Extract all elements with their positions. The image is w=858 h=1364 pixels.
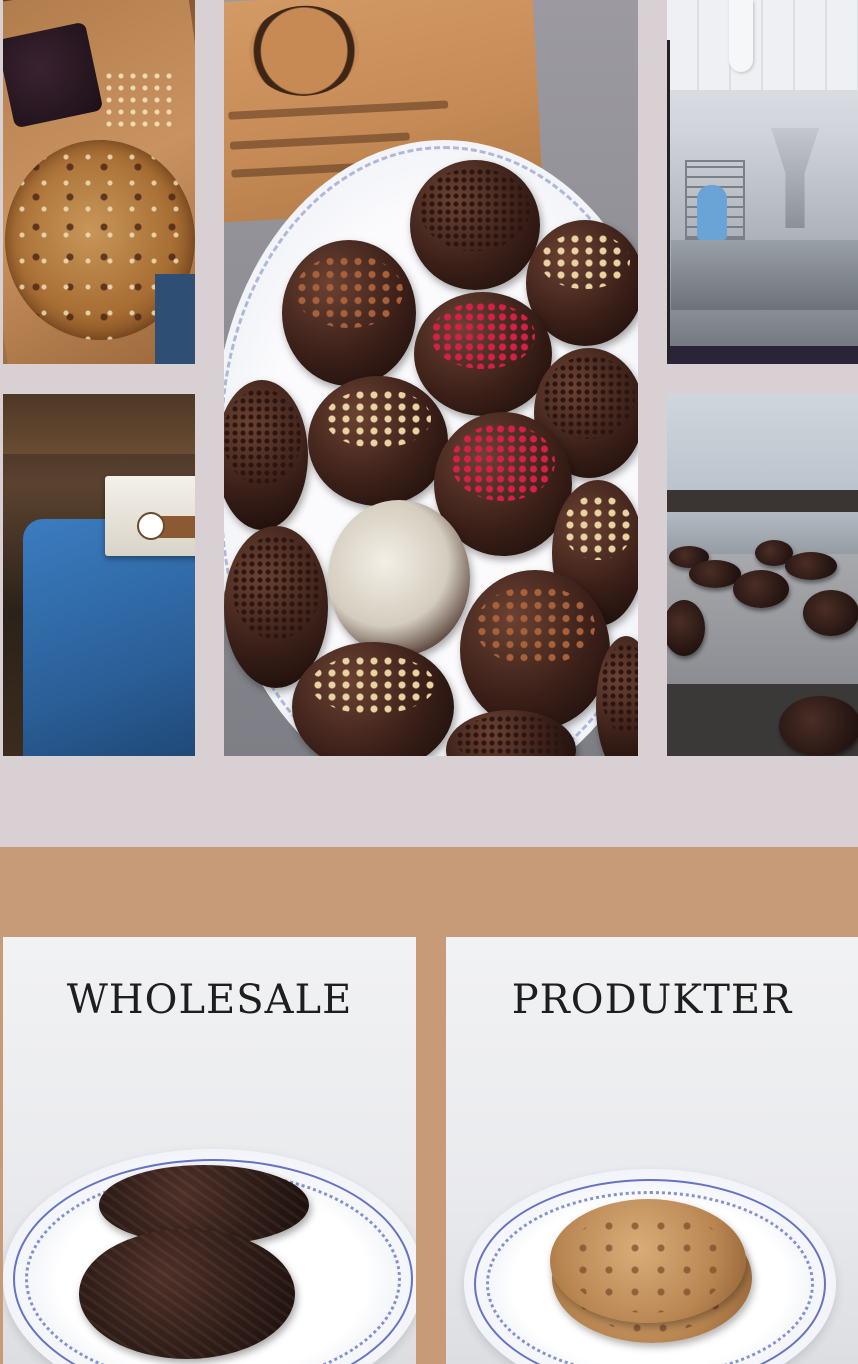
air-duct [729,0,753,72]
wholesale-title: Wholesale [66,977,353,1023]
baking-tray-photo[interactable] [667,394,858,756]
gift-box-photo[interactable] [3,394,195,756]
brownie-cookie [79,1229,295,1359]
rum-ball [460,570,610,730]
box-print-line [229,132,410,150]
tims-logo-icon [137,512,165,540]
background-cloth [155,274,195,364]
gallery-spacer [0,756,858,847]
wholesale-card[interactable]: Wholesale [3,937,416,1364]
rum-ball [414,292,552,416]
rum-ball [328,500,470,656]
box-print-line [228,100,449,120]
produkter-card[interactable]: Produkter [446,937,858,1364]
baked-cookie [779,696,858,756]
rum-ball [308,376,448,506]
cookie-photo[interactable] [3,0,195,364]
tims-seal-icon [246,2,362,99]
produkter-title: Produkter [511,977,793,1023]
factory-floor [667,346,858,364]
oat-flakes [103,70,173,130]
baked-cookie [785,552,837,580]
shelf [3,394,195,454]
tims-gift-box [105,476,195,556]
baked-cookie [733,570,789,608]
steel-table [671,240,858,310]
tray-rack [667,490,858,512]
rum-ball [282,240,416,386]
rum-ball-photo[interactable] [224,0,638,756]
chocolate-chip-cookie [550,1199,746,1323]
baked-cookie [803,590,858,636]
baker-worker [697,185,727,240]
rum-ball [410,160,540,290]
factory-photo[interactable] [667,0,858,364]
photo-edge [667,40,670,360]
dough-machine [771,128,819,228]
factory-ceiling [667,0,858,90]
